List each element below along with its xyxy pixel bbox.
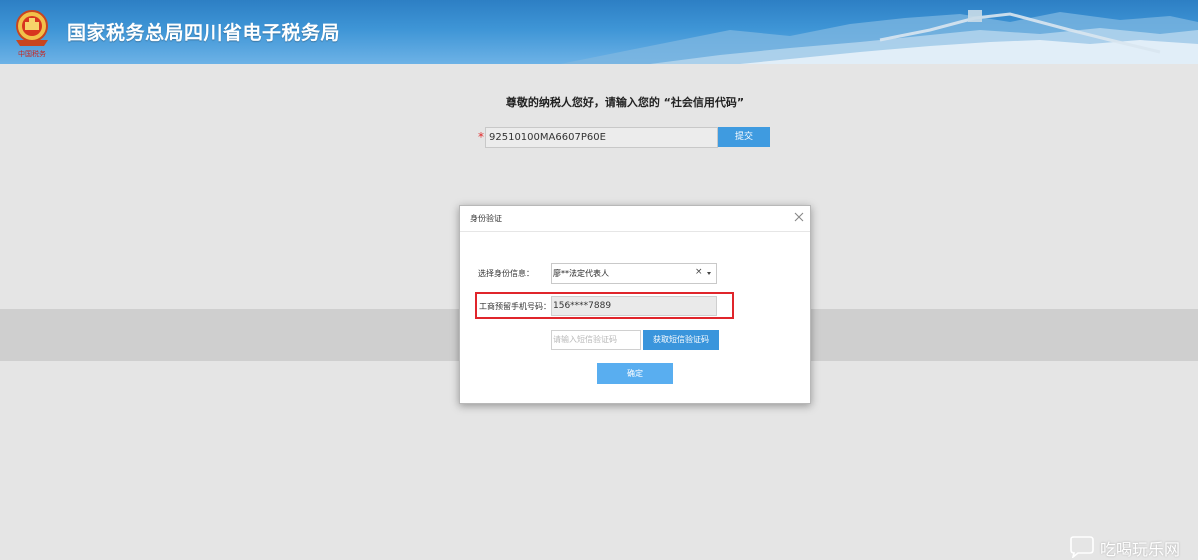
chevron-down-icon[interactable] [707,272,711,275]
identity-label: 选择身份信息： [478,269,534,278]
site-title: 国家税务总局四川省电子税务局 [67,22,341,44]
identity-selected-value: 廖**法定代表人 [553,269,609,278]
tax-emblem-icon: 中国税务 [16,10,48,58]
identity-verification-dialog: 身份验证 选择身份信息： 廖**法定代表人 × 工商预留手机号码： 156***… [459,205,811,404]
required-mark: * [478,130,484,144]
clear-selection-icon[interactable]: × [695,267,703,277]
watermark: 吃喝玩乐网 [1068,533,1198,560]
close-icon[interactable] [793,211,805,223]
sms-code-input[interactable]: 请输入短信验证码 [551,330,641,350]
chat-bubble-icon [1070,536,1094,558]
watermark-text: 吃喝玩乐网 [1100,540,1181,559]
identity-select[interactable]: 廖**法定代表人 × [551,263,717,284]
dialog-title: 身份验证 [470,214,502,223]
dialog-header: 身份验证 [460,206,810,232]
credit-code-input[interactable]: 92510100MA6607P60E [485,127,718,148]
emblem-caption: 中国税务 [18,49,46,58]
greeting-text: 尊敬的纳税人您好，请输入您的 “社会信用代码” [505,96,745,109]
header-banner: 中国税务 国家税务总局四川省电子税务局 [0,0,1198,64]
get-sms-code-button[interactable]: 获取短信验证码 [643,330,719,350]
confirm-button[interactable]: 确定 [597,363,673,384]
phone-number-field: 156****7889 [551,296,717,316]
phone-label: 工商预留手机号码： [479,302,551,311]
submit-button[interactable]: 提交 [718,127,770,147]
